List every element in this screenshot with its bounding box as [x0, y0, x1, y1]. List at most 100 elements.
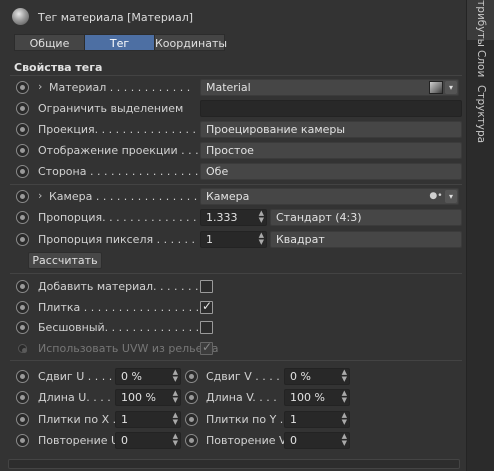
- camera-value: Камера: [206, 190, 250, 203]
- camera-link-field[interactable]: Камера ●• ▾: [200, 188, 459, 205]
- animate-radio[interactable]: [16, 413, 29, 426]
- repeat-u-label: Повторение U: [38, 434, 120, 447]
- pixel-aspect-value: 1: [206, 233, 213, 246]
- repeat-u-input[interactable]: 0 ▲ ▼: [115, 432, 181, 449]
- length-u-input[interactable]: 100 % ▲ ▼: [115, 389, 181, 406]
- side-tab-attributes-label: Атрибуты: [475, 0, 487, 47]
- side-tab-layers[interactable]: Слои: [467, 44, 494, 84]
- animate-radio[interactable]: [16, 370, 29, 383]
- length-v-input[interactable]: 100 % ▲ ▼: [284, 389, 350, 406]
- tiles-x-input[interactable]: 1 ▲ ▼: [115, 411, 181, 428]
- horizontal-scrollbar[interactable]: [8, 459, 460, 469]
- side-tab-structure[interactable]: Структура: [467, 84, 494, 144]
- animate-radio[interactable]: [16, 391, 29, 404]
- chevron-down-icon[interactable]: ▾: [445, 190, 457, 203]
- stepper-arrows-icon[interactable]: ▲ ▼: [173, 433, 178, 447]
- length-v-value: 100 %: [290, 391, 325, 404]
- chevron-right-icon[interactable]: ›: [38, 189, 42, 202]
- projection-display-label: Отображение проекции . . . .: [38, 144, 206, 157]
- chevron-down-icon[interactable]: ▾: [445, 81, 457, 94]
- aspect-preset-dropdown[interactable]: Стандарт (4:3): [270, 209, 462, 226]
- tiles-y-input[interactable]: 1 ▲ ▼: [284, 411, 350, 428]
- stepper-arrows-icon[interactable]: ▲ ▼: [342, 369, 347, 383]
- tiles-y-value: 1: [290, 413, 297, 426]
- pixel-aspect-input[interactable]: 1 ▲ ▼: [200, 231, 267, 248]
- tile-label: Плитка . . . . . . . . . . . . . . . . .: [38, 301, 200, 314]
- material-link-field[interactable]: Material ▾: [200, 79, 459, 96]
- animate-radio[interactable]: [16, 211, 29, 224]
- side-tab-strip: Атрибуты Слои Структура: [466, 0, 494, 471]
- animate-radio[interactable]: [185, 391, 198, 404]
- tab-coordinates[interactable]: Координаты: [154, 34, 227, 51]
- row-seamless: Бесшовный. . . . . . . . . . . . . .: [0, 318, 466, 338]
- row-offset: Сдвиг U . . . . 0 % ▲ ▼ Сдвиг V . . . . 0…: [0, 367, 466, 387]
- animate-radio: [18, 344, 27, 353]
- add-material-checkbox[interactable]: [200, 280, 213, 293]
- seamless-checkbox[interactable]: [200, 321, 213, 334]
- offset-u-label: Сдвиг U . . . .: [38, 370, 113, 383]
- stepper-arrows-icon[interactable]: ▲ ▼: [259, 232, 264, 246]
- projection-display-dropdown[interactable]: Простое: [200, 142, 462, 159]
- row-projection-display: Отображение проекции . . . . Простое: [0, 141, 466, 161]
- stepper-arrows-icon[interactable]: ▲ ▼: [259, 210, 264, 224]
- aspect-value: 1.333: [206, 211, 238, 224]
- pixel-aspect-label: Пропорция пикселя . . . . . .: [38, 233, 196, 246]
- offset-v-input[interactable]: 0 % ▲ ▼: [284, 368, 350, 385]
- row-use-uvw: Использовать UVW из рельефа: [0, 339, 466, 359]
- side-tab-structure-label: Структура: [475, 84, 487, 144]
- stepper-arrows-icon[interactable]: ▲ ▼: [342, 412, 347, 426]
- divider: [10, 184, 462, 185]
- animate-radio[interactable]: [16, 190, 29, 203]
- offset-u-input[interactable]: 0 % ▲ ▼: [115, 368, 181, 385]
- aspect-input[interactable]: 1.333 ▲ ▼: [200, 209, 267, 226]
- divider: [10, 75, 462, 76]
- animate-radio[interactable]: [16, 434, 29, 447]
- animate-radio[interactable]: [16, 102, 29, 115]
- stepper-arrows-icon[interactable]: ▲ ▼: [342, 433, 347, 447]
- animate-radio[interactable]: [16, 280, 29, 293]
- animate-radio[interactable]: [16, 144, 29, 157]
- animate-radio[interactable]: [185, 434, 198, 447]
- divider: [10, 360, 462, 361]
- restrict-selection-field[interactable]: [200, 100, 462, 117]
- row-tile: Плитка . . . . . . . . . . . . . . . . .: [0, 298, 466, 318]
- repeat-v-label: Повторение V: [206, 434, 287, 447]
- side-tab-layers-label: Слои: [475, 50, 487, 78]
- length-u-label: Длина U. . . .: [38, 391, 111, 404]
- row-length: Длина U. . . . 100 % ▲ ▼ Длина V. . . . 1…: [0, 388, 466, 408]
- tile-checkbox[interactable]: [200, 299, 213, 314]
- length-v-label: Длина V. . . .: [206, 391, 277, 404]
- offset-u-value: 0 %: [121, 370, 142, 383]
- stepper-arrows-icon[interactable]: ▲ ▼: [173, 390, 178, 404]
- stepper-arrows-icon[interactable]: ▲ ▼: [342, 390, 347, 404]
- material-value: Material: [206, 81, 251, 94]
- use-uvw-checkbox: [200, 340, 213, 355]
- animate-radio[interactable]: [16, 123, 29, 136]
- side-tab-attributes[interactable]: Атрибуты: [467, 0, 494, 47]
- animate-radio[interactable]: [16, 81, 29, 94]
- stepper-arrows-icon[interactable]: ▲ ▼: [173, 369, 178, 383]
- animate-radio[interactable]: [16, 321, 29, 334]
- divider: [10, 273, 462, 274]
- animate-radio[interactable]: [16, 233, 29, 246]
- animate-radio[interactable]: [16, 165, 29, 178]
- animate-radio[interactable]: [185, 413, 198, 426]
- projection-dropdown[interactable]: Проецирование камеры: [200, 121, 462, 138]
- pixel-aspect-preset-dropdown[interactable]: Квадрат: [270, 231, 462, 248]
- row-camera: › Камера . . . . . . . . . . . . . . . К…: [0, 187, 466, 207]
- side-dropdown[interactable]: Обе: [200, 163, 462, 180]
- tab-bar: Общие Тег Координаты: [14, 34, 227, 51]
- animate-radio[interactable]: [185, 370, 198, 383]
- row-repeat: Повторение U 0 ▲ ▼ Повторение V 0 ▲ ▼: [0, 431, 466, 451]
- add-material-label: Добавить материал. . . . . . . .: [38, 280, 206, 293]
- restrict-label: Ограничить выделением: [38, 102, 184, 115]
- calculate-button[interactable]: Рассчитать: [28, 252, 102, 269]
- tab-tag[interactable]: Тег: [84, 34, 155, 51]
- camera-icon: ●•: [429, 191, 443, 201]
- chevron-right-icon[interactable]: ›: [38, 80, 42, 93]
- stepper-arrows-icon[interactable]: ▲ ▼: [173, 412, 178, 426]
- tab-general[interactable]: Общие: [14, 34, 85, 51]
- length-u-value: 100 %: [121, 391, 156, 404]
- repeat-v-input[interactable]: 0 ▲ ▼: [284, 432, 350, 449]
- animate-radio[interactable]: [16, 301, 29, 314]
